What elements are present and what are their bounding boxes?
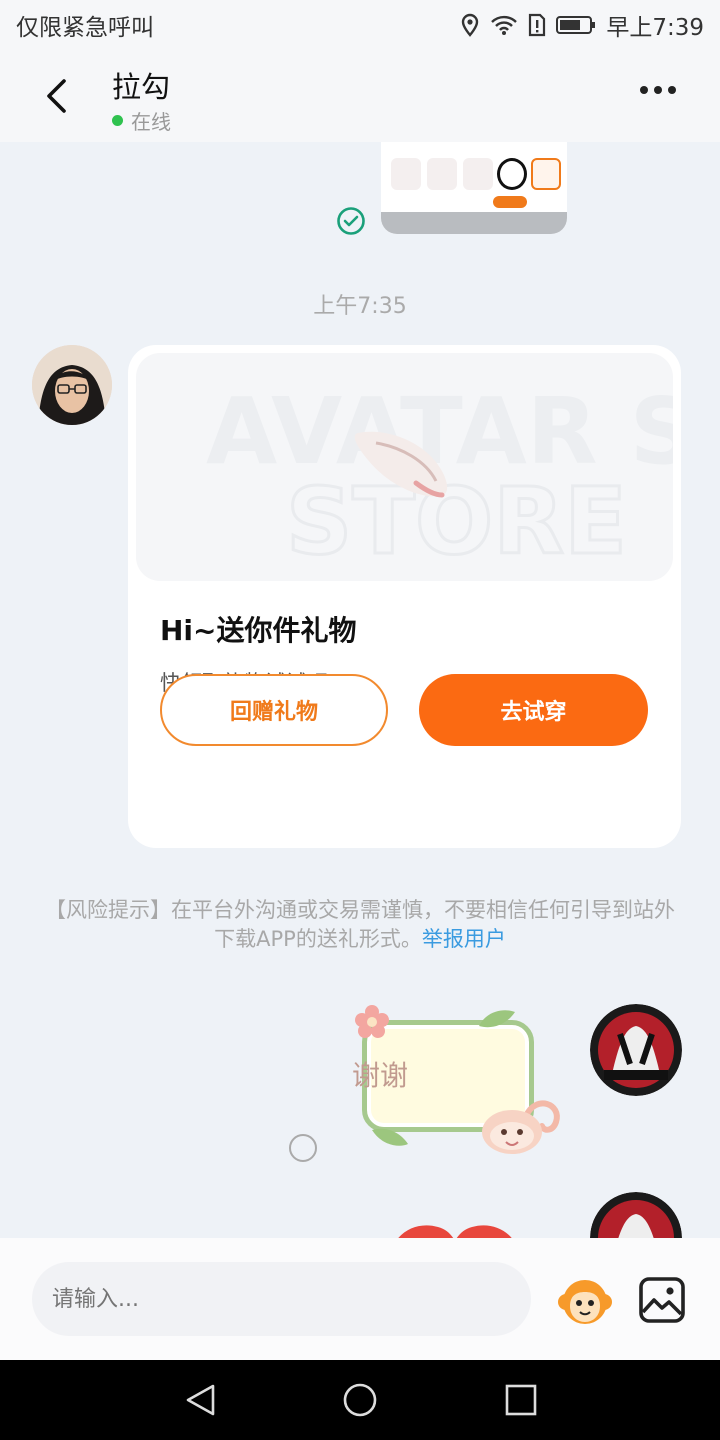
more-dot-icon: [640, 86, 648, 94]
online-status-label: 在线: [131, 110, 171, 134]
sim-alert-icon: [529, 13, 546, 37]
chat-header: 拉勾 在线: [0, 50, 720, 142]
more-options-button[interactable]: [640, 86, 676, 94]
image-icon: [639, 1277, 685, 1323]
more-dot-icon: [668, 86, 676, 94]
sending-indicator-icon: [289, 1134, 317, 1162]
avatar-store-image: AVATAR STORE STORE: [206, 378, 673, 577]
sticker-text: 谢谢: [352, 1059, 409, 1092]
heart-icon: [398, 1225, 512, 1238]
status-left-text: 仅限紧急呼叫: [16, 15, 154, 41]
heart-sticker[interactable]: [390, 1217, 520, 1238]
thumb-button: [493, 196, 527, 208]
emoji-button[interactable]: [556, 1272, 614, 1330]
contact-avatar[interactable]: [32, 345, 112, 425]
location-icon: [462, 13, 479, 37]
nav-home-icon[interactable]: [342, 1382, 378, 1418]
sent-screenshot-image[interactable]: [381, 142, 567, 234]
monkey-sticker-icon: [482, 1100, 560, 1154]
leaf-icon: [372, 1128, 408, 1146]
thumb-item-selected: [531, 158, 561, 190]
gift-card-title: Hi~送你件礼物: [160, 614, 357, 647]
image-button[interactable]: [638, 1276, 686, 1324]
thumb-item: [463, 158, 493, 190]
online-status: 在线: [112, 106, 171, 135]
input-bar: [0, 1238, 720, 1360]
sent-check-icon: [337, 207, 365, 235]
avatar-photo: [32, 345, 112, 425]
thanks-sticker[interactable]: 谢谢: [352, 1002, 567, 1157]
flower-icon: [355, 1005, 389, 1038]
thumb-navbar: [381, 212, 567, 234]
status-icons: 早上7:39: [460, 8, 704, 42]
thumb-item: [427, 158, 457, 190]
more-dot-icon: [654, 86, 662, 94]
return-gift-button[interactable]: 回赠礼物: [160, 674, 388, 746]
thumb-item-circled: [497, 158, 527, 190]
nav-recent-icon[interactable]: [505, 1384, 537, 1416]
back-arrow-icon: [47, 79, 66, 113]
battery-icon: [556, 16, 596, 34]
nav-back-icon[interactable]: [183, 1383, 217, 1417]
report-user-link[interactable]: 举报用户: [422, 927, 506, 951]
avatar-artwork: [590, 1004, 682, 1096]
chat-area[interactable]: 上午7:35 AVATAR STORE STORE Hi~送你件礼物 快领取礼物…: [0, 142, 720, 1238]
try-on-button[interactable]: 去试穿: [419, 674, 648, 746]
gift-card-image: AVATAR STORE STORE: [136, 353, 673, 581]
wifi-icon: [491, 15, 518, 35]
monkey-emoji-icon: [558, 1280, 612, 1324]
svg-text:STORE: STORE: [286, 468, 627, 575]
my-avatar[interactable]: [590, 1004, 682, 1096]
online-dot-icon: [112, 115, 123, 126]
leaf-icon: [479, 1010, 515, 1028]
back-button[interactable]: [36, 72, 76, 120]
gift-card[interactable]: AVATAR STORE STORE Hi~送你件礼物 快领取礼物试试吧~: [128, 345, 681, 848]
risk-notice-text: 【风险提示】在平台外沟通或交易需谨慎，不要相信任何引导到站外下载APP的送礼形式…: [45, 898, 675, 951]
my-avatar[interactable]: [590, 1192, 682, 1238]
contact-name: 拉勾: [112, 70, 171, 104]
message-timestamp: 上午7:35: [313, 294, 407, 319]
system-nav-bar: [0, 1360, 720, 1440]
message-input[interactable]: [32, 1262, 531, 1336]
risk-notice: 【风险提示】在平台外沟通或交易需谨慎，不要相信任何引导到站外下载APP的送礼形式…: [40, 896, 680, 954]
status-bar: 仅限紧急呼叫 早上7:39: [0, 0, 720, 50]
thumb-item: [391, 158, 421, 190]
avatar-artwork: [590, 1192, 682, 1238]
status-time: 早上7:39: [606, 15, 704, 41]
